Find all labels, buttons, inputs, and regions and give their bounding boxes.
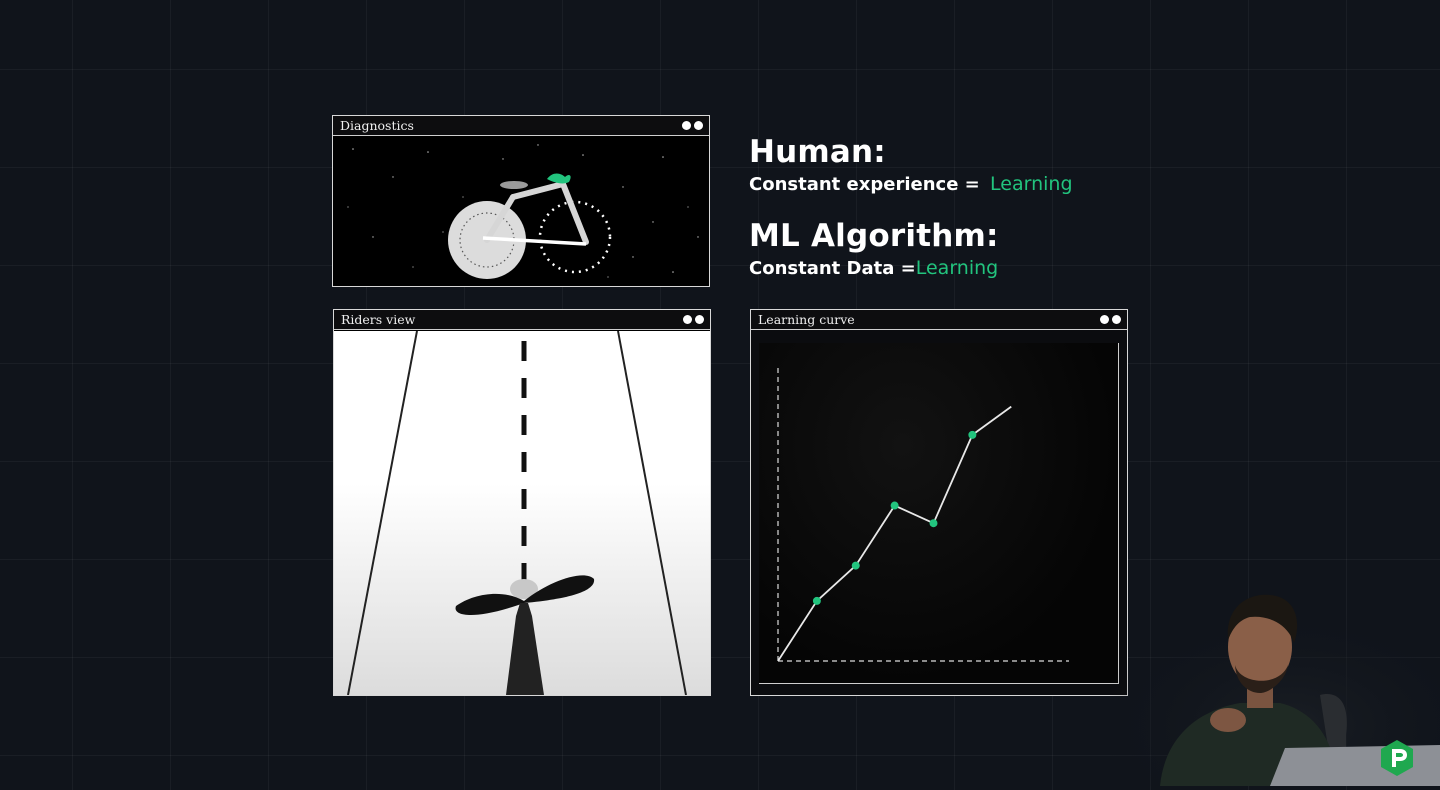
road-illustration <box>347 331 687 695</box>
road-edge-left <box>347 331 418 695</box>
riders-view-panel: Riders view <box>333 309 711 696</box>
human-label: Constant experience = <box>749 174 980 195</box>
ml-value: Learning <box>915 257 999 279</box>
panel-titlebar: Diagnostics <box>333 116 709 136</box>
brand-logo <box>1378 739 1416 777</box>
data-point <box>890 501 899 510</box>
diagnostics-panel: Diagnostics <box>332 115 710 287</box>
human-equation: Constant experience = Learning <box>749 173 1073 195</box>
learning-curve-chart <box>777 368 1069 662</box>
data-point <box>851 561 860 570</box>
window-controls <box>682 121 703 130</box>
panel-title: Riders view <box>341 312 416 327</box>
window-dot[interactable] <box>1100 315 1109 324</box>
window-controls <box>1100 315 1121 324</box>
panel-titlebar: Learning curve <box>751 310 1127 330</box>
data-point <box>968 430 977 439</box>
data-point <box>929 519 938 528</box>
window-dot[interactable] <box>683 315 692 324</box>
road-view <box>334 331 710 695</box>
chart-area <box>759 343 1119 684</box>
handlebar-left <box>455 593 524 616</box>
ml-label: Constant Data = <box>749 258 916 279</box>
bicycle-illustration <box>333 137 709 286</box>
logo-icon <box>1381 740 1413 776</box>
window-dot[interactable] <box>682 121 691 130</box>
panel-title: Diagnostics <box>340 118 414 133</box>
window-dot[interactable] <box>694 121 703 130</box>
ml-heading: ML Algorithm: <box>749 218 999 254</box>
window-controls <box>683 315 704 324</box>
series-layer <box>777 405 1012 662</box>
data-point <box>812 596 821 605</box>
panel-title: Learning curve <box>758 312 855 327</box>
road-edge-right <box>617 331 687 695</box>
human-value: Learning <box>990 173 1073 195</box>
diagnostics-view <box>333 137 709 286</box>
learning-curve-panel: Learning curve <box>750 309 1128 696</box>
presenter-hand <box>1210 708 1246 732</box>
ml-equation: Constant Data =Learning <box>749 257 998 279</box>
bike-seat <box>500 181 528 189</box>
series-line <box>777 405 1012 662</box>
bike-stem <box>506 603 544 695</box>
human-heading: Human: <box>749 134 886 170</box>
window-dot[interactable] <box>1112 315 1121 324</box>
window-dot[interactable] <box>695 315 704 324</box>
panel-titlebar: Riders view <box>334 310 710 330</box>
